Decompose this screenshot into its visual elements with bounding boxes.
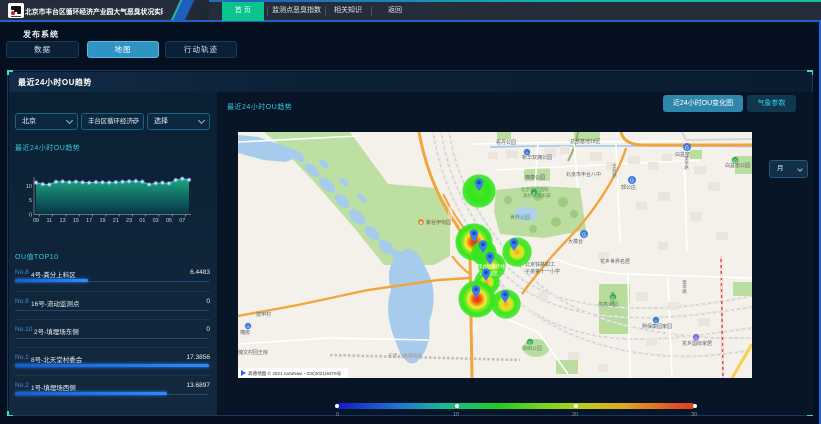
svg-text:23: 23 bbox=[126, 218, 132, 224]
svg-text:樊羊路: 樊羊路 bbox=[682, 279, 688, 295]
svg-text:槐文村回王房: 槐文村回王房 bbox=[238, 349, 268, 356]
svg-text:樊羊路: 樊羊路 bbox=[684, 155, 690, 171]
svg-text:G: G bbox=[685, 145, 689, 151]
svg-text:公: 公 bbox=[611, 295, 616, 300]
svg-text:看丹公园: 看丹公园 bbox=[496, 139, 516, 146]
svg-text:03: 03 bbox=[153, 218, 159, 224]
svg-text:北京铁路职工: 北京铁路职工 bbox=[525, 261, 555, 268]
svg-text:G: G bbox=[246, 324, 249, 329]
svg-text:北京市丰台八中: 北京市丰台八中 bbox=[566, 171, 601, 178]
svg-text:10: 10 bbox=[26, 184, 32, 190]
svg-text:11: 11 bbox=[46, 218, 52, 224]
svg-text:G: G bbox=[582, 232, 586, 238]
svg-text:花乡世界名居: 花乡世界名居 bbox=[600, 258, 630, 265]
svg-text:大葆台: 大葆台 bbox=[568, 238, 583, 245]
svg-text:郭公庄: 郭公庄 bbox=[621, 184, 636, 191]
svg-text:紫谷伊甸园: 紫谷伊甸园 bbox=[426, 219, 451, 226]
svg-text:21: 21 bbox=[113, 218, 119, 224]
svg-text:熙保康园家园: 熙保康园家园 bbox=[642, 323, 672, 330]
svg-text:在建-小龙湫高速: 在建-小龙湫高速 bbox=[388, 352, 422, 359]
svg-text:丰科路: 丰科路 bbox=[612, 163, 618, 179]
svg-text:榆树公园: 榆树公园 bbox=[522, 345, 542, 352]
svg-text:丰台区循环经济: 丰台区循环经济 bbox=[478, 263, 510, 270]
svg-text:01: 01 bbox=[139, 218, 145, 224]
svg-text:15: 15 bbox=[73, 218, 79, 224]
svg-text:0: 0 bbox=[29, 213, 32, 219]
svg-text:G: G bbox=[630, 178, 634, 184]
svg-text:花乡国际家居: 花乡国际家居 bbox=[682, 340, 712, 347]
svg-text:子弟第十一小学: 子弟第十一小学 bbox=[525, 268, 560, 275]
svg-text:御康公园: 御康公园 bbox=[525, 174, 545, 181]
svg-text:白盆窑公园: 白盆窑公园 bbox=[725, 162, 750, 169]
svg-text:造甲村: 造甲村 bbox=[256, 311, 271, 318]
svg-text:13: 13 bbox=[60, 218, 66, 224]
svg-text:17: 17 bbox=[86, 218, 92, 224]
svg-text:总部基地18区: 总部基地18区 bbox=[570, 138, 601, 145]
svg-text:公: 公 bbox=[733, 158, 738, 163]
svg-text:南四环: 南四环 bbox=[472, 321, 478, 337]
svg-text:南四环: 南四环 bbox=[448, 205, 454, 221]
svg-text:槐房: 槐房 bbox=[240, 329, 250, 336]
svg-text:高德地图 © 2021 AutoNavi - GS(2021: 高德地图 © 2021 AutoNavi - GS(2021)6375号 bbox=[248, 370, 342, 377]
svg-text:07: 07 bbox=[179, 218, 185, 224]
svg-text:05: 05 bbox=[166, 218, 172, 224]
svg-text:5: 5 bbox=[29, 198, 32, 204]
svg-text:公: 公 bbox=[528, 340, 533, 345]
svg-text:世界公园: 世界公园 bbox=[510, 214, 530, 221]
svg-text:09: 09 bbox=[33, 218, 39, 224]
svg-text:19: 19 bbox=[99, 218, 105, 224]
